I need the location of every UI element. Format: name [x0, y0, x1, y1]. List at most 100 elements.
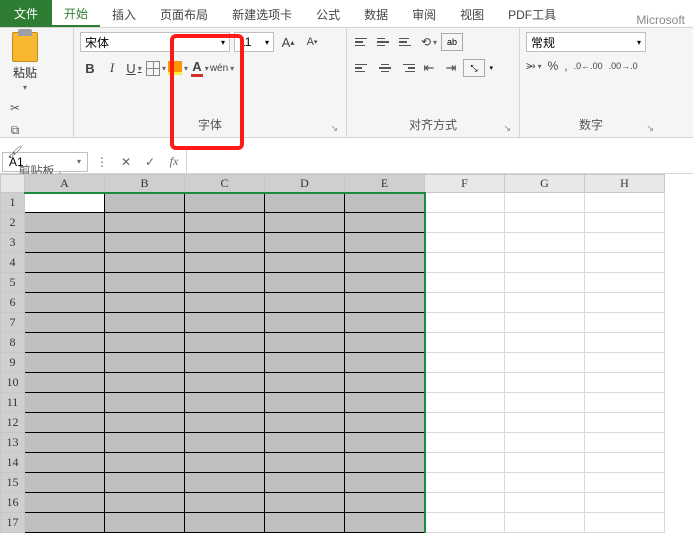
cell[interactable] — [425, 313, 505, 333]
bold-button[interactable]: B — [80, 58, 100, 78]
cell[interactable] — [25, 493, 105, 513]
cell[interactable] — [105, 353, 185, 373]
italic-button[interactable]: I — [102, 58, 122, 78]
cell[interactable] — [585, 493, 665, 513]
cell[interactable] — [345, 473, 425, 493]
tab-newtab[interactable]: 新建选项卡 — [220, 1, 304, 27]
column-header[interactable]: E — [345, 175, 425, 193]
cell[interactable] — [265, 393, 345, 413]
cell[interactable] — [105, 413, 185, 433]
cell[interactable] — [505, 353, 585, 373]
cell[interactable] — [185, 513, 265, 533]
borders-button[interactable] — [146, 58, 166, 78]
cell[interactable] — [345, 353, 425, 373]
cell[interactable] — [265, 453, 345, 473]
enter-formula-button[interactable]: ✓ — [138, 155, 162, 169]
cell[interactable] — [265, 213, 345, 233]
cell[interactable] — [425, 413, 505, 433]
cell[interactable] — [425, 393, 505, 413]
cell[interactable] — [25, 393, 105, 413]
cell[interactable] — [265, 193, 345, 213]
cell[interactable] — [425, 473, 505, 493]
cell[interactable] — [265, 273, 345, 293]
cell[interactable] — [265, 293, 345, 313]
cell[interactable] — [25, 273, 105, 293]
decrease-indent-button[interactable]: ⇤ — [419, 58, 439, 78]
column-header[interactable]: D — [265, 175, 345, 193]
spreadsheet-grid[interactable]: ABCDEFGH1234567891011121314151617 — [0, 174, 693, 542]
cell[interactable] — [105, 193, 185, 213]
cell[interactable] — [505, 433, 585, 453]
cell[interactable] — [505, 293, 585, 313]
cell[interactable] — [185, 253, 265, 273]
tab-home[interactable]: 开始 — [52, 0, 100, 27]
row-header[interactable]: 13 — [1, 433, 25, 453]
align-center-button[interactable] — [375, 59, 395, 77]
cell[interactable] — [425, 493, 505, 513]
align-bottom-button[interactable] — [397, 33, 417, 51]
row-header[interactable]: 9 — [1, 353, 25, 373]
increase-decimal-button[interactable]: .0←.00 — [574, 61, 603, 71]
decrease-decimal-button[interactable]: .00→.0 — [609, 61, 638, 71]
cancel-formula-button[interactable]: ✕ — [114, 155, 138, 169]
cell[interactable] — [265, 473, 345, 493]
cell[interactable] — [425, 273, 505, 293]
row-header[interactable]: 8 — [1, 333, 25, 353]
cell[interactable] — [25, 213, 105, 233]
cell[interactable] — [25, 513, 105, 533]
cell[interactable] — [185, 393, 265, 413]
cell[interactable] — [345, 413, 425, 433]
cell[interactable] — [585, 513, 665, 533]
copy-button[interactable]: ⧉ — [6, 122, 24, 138]
cell[interactable] — [585, 333, 665, 353]
row-header[interactable]: 12 — [1, 413, 25, 433]
cell[interactable] — [505, 193, 585, 213]
cell[interactable] — [505, 413, 585, 433]
cell[interactable] — [585, 313, 665, 333]
cell[interactable] — [185, 413, 265, 433]
cell[interactable] — [105, 333, 185, 353]
cell[interactable] — [505, 393, 585, 413]
cell[interactable] — [265, 333, 345, 353]
cell[interactable] — [345, 193, 425, 213]
cell[interactable] — [505, 213, 585, 233]
cell[interactable] — [25, 413, 105, 433]
row-header[interactable]: 11 — [1, 393, 25, 413]
tab-page-layout[interactable]: 页面布局 — [148, 1, 220, 27]
column-header[interactable]: G — [505, 175, 585, 193]
comma-style-button[interactable]: , — [564, 59, 567, 73]
cell[interactable] — [585, 453, 665, 473]
fill-color-button[interactable] — [168, 58, 188, 78]
cell[interactable] — [585, 413, 665, 433]
cell[interactable] — [585, 433, 665, 453]
cell[interactable] — [185, 333, 265, 353]
cell[interactable] — [585, 273, 665, 293]
cell[interactable] — [505, 273, 585, 293]
cell[interactable] — [505, 253, 585, 273]
cell[interactable] — [105, 293, 185, 313]
cell[interactable] — [345, 493, 425, 513]
cell[interactable] — [505, 453, 585, 473]
cell[interactable] — [585, 213, 665, 233]
column-header[interactable]: B — [105, 175, 185, 193]
row-header[interactable]: 3 — [1, 233, 25, 253]
cell[interactable] — [345, 453, 425, 473]
number-format-combo[interactable]: 常规▾ — [526, 32, 646, 52]
cell[interactable] — [425, 233, 505, 253]
cell[interactable] — [585, 393, 665, 413]
phonetic-button[interactable]: wén — [212, 58, 232, 78]
cell[interactable] — [345, 373, 425, 393]
cut-button[interactable]: ✂ — [6, 100, 24, 116]
cell[interactable] — [265, 353, 345, 373]
cell[interactable] — [505, 333, 585, 353]
increase-font-button[interactable]: A▴ — [278, 32, 298, 52]
formula-input[interactable] — [186, 150, 693, 173]
cell[interactable] — [265, 513, 345, 533]
cell[interactable] — [105, 433, 185, 453]
cell[interactable] — [25, 373, 105, 393]
decrease-font-button[interactable]: A▾ — [302, 32, 322, 52]
cell[interactable] — [105, 493, 185, 513]
cell[interactable] — [505, 233, 585, 253]
cell[interactable] — [345, 253, 425, 273]
cell[interactable] — [185, 433, 265, 453]
